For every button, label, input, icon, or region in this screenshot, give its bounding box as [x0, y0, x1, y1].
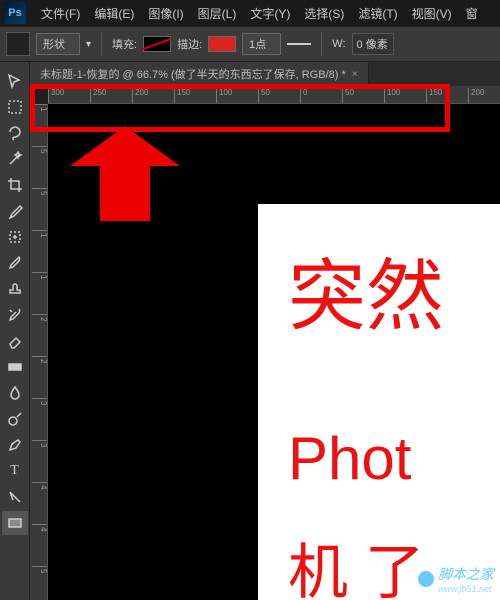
watermark-text: 脚本之家 [438, 564, 494, 584]
stamp-tool[interactable] [2, 277, 28, 301]
menu-bar: Ps 文件(F) 编辑(E) 图像(I) 图层(L) 文字(Y) 选择(S) 滤… [0, 0, 500, 26]
canvas-wrap: 未标题-1-恢复的 @ 66.7% (做了半天的东西忘了保存, RGB/8) *… [30, 62, 500, 600]
width-field[interactable]: 0 像素 [352, 33, 394, 55]
document-tab[interactable]: 未标题-1-恢复的 @ 66.7% (做了半天的东西忘了保存, RGB/8) *… [30, 62, 369, 86]
ruler-tick: 200 [468, 88, 484, 104]
wand-tool[interactable] [2, 147, 28, 171]
ruler-tick: 150 [174, 88, 190, 104]
app-logo: Ps [4, 2, 26, 24]
ruler-tick: 2 [32, 356, 48, 363]
path-tool[interactable] [2, 485, 28, 509]
ruler-tick: 4 [32, 524, 48, 531]
crop-tool[interactable] [2, 173, 28, 197]
width-label: W: [332, 38, 345, 50]
ruler-tick: 50 [258, 88, 270, 104]
artboard-text-2: Phot [288, 424, 411, 493]
eraser-tool[interactable] [2, 329, 28, 353]
pen-tool[interactable] [2, 433, 28, 457]
marquee-tool[interactable] [2, 95, 28, 119]
separator [321, 32, 322, 56]
ruler-tick: 200 [132, 88, 148, 104]
artboard-text-1: 突然 [288, 234, 444, 346]
dodge-tool[interactable] [2, 407, 28, 431]
ruler-tick: 5 [32, 188, 48, 195]
tool-preset-icon[interactable] [6, 32, 30, 56]
ruler-tick: 3 [32, 398, 48, 405]
document-tabbar: 未标题-1-恢复的 @ 66.7% (做了半天的东西忘了保存, RGB/8) *… [30, 62, 500, 86]
ruler-vertical[interactable]: 1551122334455 [30, 104, 48, 600]
lasso-tool[interactable] [2, 121, 28, 145]
stroke-style-icon[interactable] [287, 43, 311, 45]
menu-select[interactable]: 选择(S) [297, 5, 351, 22]
ruler-tick: 250 [90, 88, 106, 104]
brush-tool[interactable] [2, 251, 28, 275]
history-brush-tool[interactable] [2, 303, 28, 327]
eyedropper-tool[interactable] [2, 199, 28, 223]
menu-text[interactable]: 文字(Y) [243, 5, 297, 22]
ruler-tick: 1 [32, 230, 48, 237]
artboard[interactable]: 突然 Phot 机 了 [258, 204, 500, 600]
stroke-label: 描边: [177, 36, 202, 52]
menu-file[interactable]: 文件(F) [34, 5, 87, 22]
move-tool[interactable] [2, 69, 28, 93]
document-tab-title: 未标题-1-恢复的 @ 66.7% (做了半天的东西忘了保存, RGB/8) * [40, 66, 346, 82]
menu-layer[interactable]: 图层(L) [191, 5, 244, 22]
shape-mode-select[interactable]: 形状 [36, 33, 80, 55]
fill-label: 填充: [112, 36, 137, 52]
ruler-tick: 2 [32, 314, 48, 321]
watermark: 脚本之家 www.jb51.net [418, 564, 494, 594]
ruler-tick: 3 [32, 440, 48, 447]
ruler-tick: 100 [216, 88, 232, 104]
gradient-tool[interactable] [2, 355, 28, 379]
canvas-stage[interactable]: 突然 Phot 机 了 [48, 104, 500, 600]
ruler-tick: 1 [32, 104, 48, 111]
ruler-tick: 4 [32, 482, 48, 489]
menu-edit[interactable]: 编辑(E) [87, 5, 141, 22]
menu-image[interactable]: 图像(I) [141, 5, 190, 22]
ruler-tick: 50 [342, 88, 354, 104]
stroke-swatch[interactable] [208, 36, 236, 52]
blur-tool[interactable] [2, 381, 28, 405]
ruler-tick: 5 [32, 146, 48, 153]
ruler-tick: 5 [32, 566, 48, 573]
stroke-width-select[interactable]: 1点 [242, 33, 281, 55]
type-tool[interactable]: T [2, 459, 28, 483]
close-icon[interactable]: × [352, 69, 358, 80]
rectangle-tool[interactable] [2, 511, 28, 535]
document-area: T 未标题-1-恢复的 @ 66.7% (做了半天的东西忘了保存, RGB/8)… [0, 62, 500, 600]
watermark-url: www.jb51.net [438, 584, 494, 594]
menu-view[interactable]: 视图(V) [405, 5, 459, 22]
menu-window[interactable]: 窗 [459, 5, 485, 22]
artboard-text-3: 机 了 [288, 524, 425, 600]
ruler-tick: 1 [32, 272, 48, 279]
ruler-tick: 100 [384, 88, 400, 104]
ruler-horizontal[interactable]: 300 250 200 150 100 50 0 50 100 150 200 [48, 86, 500, 104]
options-bar: 形状 ▾ 填充: 描边: 1点 W: 0 像素 [0, 26, 500, 62]
chevron-down-icon: ▾ [86, 39, 91, 50]
ruler-tick: 0 [300, 88, 307, 104]
heal-tool[interactable] [2, 225, 28, 249]
separator [101, 32, 102, 56]
fill-swatch[interactable] [143, 36, 171, 52]
watermark-icon [418, 571, 434, 587]
toolbox: T [0, 62, 30, 600]
ruler-tick: 150 [426, 88, 442, 104]
ruler-tick: 300 [48, 88, 64, 104]
menu-filter[interactable]: 滤镜(T) [351, 5, 404, 22]
